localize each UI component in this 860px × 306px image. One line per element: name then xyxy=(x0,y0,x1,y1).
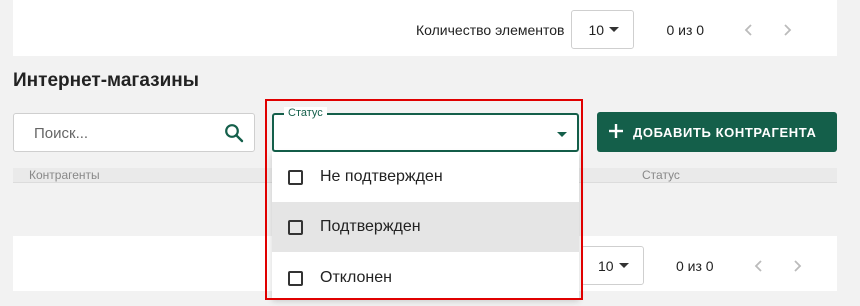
chevron-right-icon[interactable] xyxy=(782,23,792,37)
checkbox-icon[interactable] xyxy=(288,270,303,286)
column-header-counterparties: Контрагенты xyxy=(29,168,100,182)
search-field[interactable] xyxy=(13,113,255,153)
search-input[interactable] xyxy=(32,114,216,153)
plus-icon xyxy=(609,123,623,141)
page-size-value: 10 xyxy=(588,21,605,38)
top-pager-card: Количество элементов 10 0 из 0 xyxy=(13,0,837,56)
checkbox-icon[interactable] xyxy=(288,169,303,185)
bottom-pager: 10 0 из 0 xyxy=(581,246,802,285)
chevron-right-icon[interactable] xyxy=(792,259,802,273)
status-select[interactable]: Статус xyxy=(272,107,579,152)
status-option-label: Подтвержден xyxy=(320,218,421,235)
page-size-value-bottom: 10 xyxy=(598,257,614,274)
status-select-label: Статус xyxy=(284,107,327,119)
add-counterparty-label: ДОБАВИТЬ КОНТРАГЕНТА xyxy=(633,124,817,140)
page-size-select[interactable]: 10 xyxy=(571,10,635,49)
chevron-left-icon[interactable] xyxy=(754,259,764,273)
status-option-confirmed[interactable]: Подтвержден xyxy=(272,202,579,252)
column-header-status: Статус xyxy=(642,168,680,182)
caret-down-icon xyxy=(609,27,620,32)
pagination-range-bottom: 0 из 0 xyxy=(676,257,714,274)
add-counterparty-button[interactable]: ДОБАВИТЬ КОНТРАГЕНТА xyxy=(597,112,837,152)
checkbox-icon[interactable] xyxy=(288,219,303,235)
items-per-page-label: Количество элементов xyxy=(416,21,565,38)
chevron-left-icon[interactable] xyxy=(744,23,754,37)
page-size-select-bottom[interactable]: 10 xyxy=(581,246,644,285)
status-option-label: Не подтвержден xyxy=(320,168,443,185)
status-option-label: Отклонен xyxy=(320,269,392,286)
status-dropdown-menu: Не подтвержден Подтвержден Отклонен xyxy=(272,152,579,298)
status-option-not-confirmed[interactable]: Не подтвержден xyxy=(272,152,579,202)
caret-down-icon[interactable] xyxy=(557,132,567,137)
status-option-rejected[interactable]: Отклонен xyxy=(272,253,579,303)
search-icon[interactable] xyxy=(224,123,244,148)
section-title: Интернет-магазины xyxy=(13,70,199,91)
pagination-range: 0 из 0 xyxy=(666,21,705,38)
top-pager: Количество элементов 10 0 из 0 xyxy=(416,10,792,49)
caret-down-icon xyxy=(619,263,629,268)
